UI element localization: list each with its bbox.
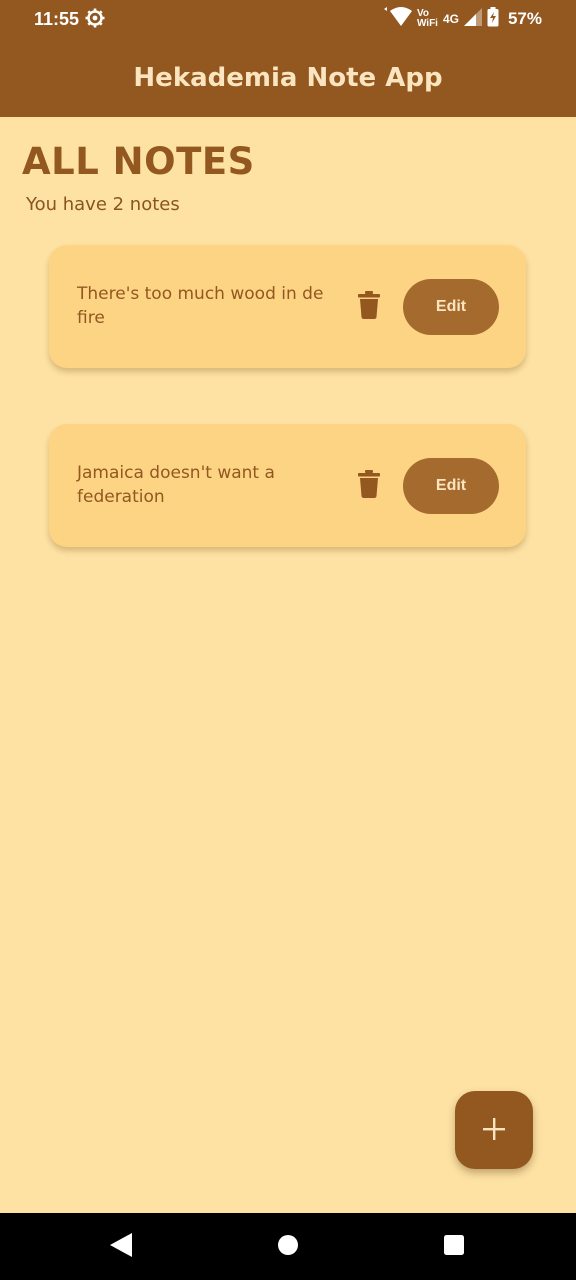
back-button[interactable] [109, 1233, 133, 1261]
home-icon [277, 1234, 299, 1260]
system-nav-bar [0, 1213, 576, 1280]
signal-icon [463, 7, 482, 31]
gear-icon [85, 8, 105, 33]
delete-note-button[interactable] [355, 291, 383, 323]
battery-charging-icon [487, 6, 499, 32]
trash-icon [358, 291, 380, 323]
note-text: There's too much wood in de fire [77, 284, 324, 328]
app-title: Hekademia Note App [133, 62, 443, 93]
edit-note-button[interactable]: Edit [403, 279, 499, 335]
network-label: Vo WiFi [417, 9, 438, 29]
network-label-bottom: WiFi [416, 18, 438, 29]
trash-icon [358, 470, 380, 502]
status-time: 11:55 [34, 9, 80, 29]
note-card[interactable]: There's too much wood in de fire Edit [49, 245, 526, 368]
network-type: 4G [442, 12, 459, 26]
recents-button[interactable] [442, 1235, 466, 1259]
app-bar: Hekademia Note App [0, 38, 576, 117]
battery-level: 57% [507, 9, 542, 28]
back-icon [110, 1233, 132, 1261]
status-icons: Vo WiFi 4G 57% [383, 6, 542, 32]
note-card[interactable]: Jamaica doesn't want a federation Edit [49, 424, 526, 547]
home-button[interactable] [276, 1235, 300, 1259]
wifi-icon [383, 6, 412, 32]
page-title: ALL NOTES [22, 140, 255, 183]
recents-icon [443, 1234, 465, 1260]
add-note-button[interactable] [455, 1091, 533, 1169]
plus-icon [483, 1117, 505, 1143]
delete-note-button[interactable] [355, 470, 383, 502]
note-count: You have 2 notes [26, 194, 180, 215]
note-text: Jamaica doesn't want a federation [77, 463, 275, 507]
edit-note-button[interactable]: Edit [403, 458, 499, 514]
status-bar: 11:55 Vo WiFi 4G 57% [0, 0, 576, 38]
